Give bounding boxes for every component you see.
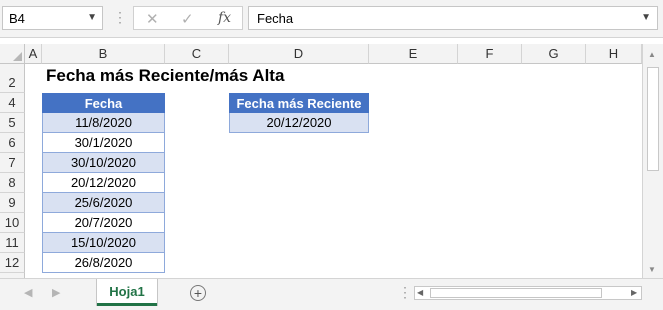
row-header-7[interactable]: 7 [0, 153, 25, 173]
table1-cell[interactable]: 30/10/2020 [42, 153, 165, 173]
column-header-e[interactable]: E [369, 44, 458, 64]
name-box-value: B4 [9, 11, 25, 26]
sheet-title[interactable]: Fecha más Reciente/más Alta [46, 66, 284, 86]
name-box[interactable]: B4 ▼ [2, 6, 103, 30]
formula-input[interactable]: Fecha ▼ [248, 6, 658, 30]
column-header-a[interactable]: A [25, 44, 42, 64]
table2-result-cell[interactable]: 20/12/2020 [229, 113, 369, 133]
cancel-icon[interactable]: ✕ [146, 10, 159, 28]
insert-function-icon[interactable]: fx [218, 10, 231, 26]
add-sheet-icon[interactable]: + [190, 285, 206, 301]
table1-cell[interactable]: 11/8/2020 [42, 113, 165, 133]
select-all-corner[interactable] [0, 44, 25, 64]
column-header-h[interactable]: H [586, 44, 642, 64]
row-header-5[interactable]: 5 [0, 113, 25, 133]
enter-icon[interactable]: ✓ [181, 10, 194, 28]
row-header-8[interactable]: 8 [0, 173, 25, 193]
column-header-f[interactable]: F [458, 44, 522, 64]
table1-cell[interactable]: 20/12/2020 [42, 173, 165, 193]
formula-value: Fecha [257, 11, 294, 26]
scroll-left-icon[interactable]: ◀ [417, 288, 423, 297]
row-header-9[interactable]: 9 [0, 193, 25, 213]
row-header-6[interactable]: 6 [0, 133, 25, 153]
chevron-down-icon[interactable]: ▼ [641, 12, 651, 23]
column-header-b[interactable]: B [42, 44, 165, 64]
table1-cell[interactable]: 15/10/2020 [42, 233, 165, 253]
chevron-down-icon[interactable]: ▼ [87, 12, 97, 23]
table1-cell[interactable]: 20/7/2020 [42, 213, 165, 233]
table1-cell[interactable]: 30/1/2020 [42, 133, 165, 153]
scroll-up-icon[interactable]: ▲ [648, 50, 656, 59]
row-header-11[interactable]: 11 [0, 233, 25, 253]
row-header-4[interactable]: 4 [0, 93, 25, 113]
scroll-right-icon[interactable]: ▶ [631, 288, 637, 297]
column-header-g[interactable]: G [522, 44, 586, 64]
tab-scroll-left-icon[interactable]: ◀ [24, 286, 32, 299]
drag-handle-icon[interactable]: ⋮ [113, 9, 127, 26]
table1-cell[interactable]: 26/8/2020 [42, 253, 165, 273]
row-header-12[interactable]: 12 [0, 253, 25, 273]
table1-cell[interactable]: 25/6/2020 [42, 193, 165, 213]
formula-buttons: ✕ ✓ fx [133, 6, 243, 30]
row-header-2[interactable]: 2 [0, 64, 25, 93]
table1-header[interactable]: Fecha [42, 93, 165, 113]
table2-header[interactable]: Fecha más Reciente [229, 93, 369, 113]
column-header-d[interactable]: D [229, 44, 369, 64]
column-header-c[interactable]: C [165, 44, 229, 64]
scroll-down-icon[interactable]: ▼ [648, 265, 656, 274]
tab-scroll-right-icon[interactable]: ▶ [52, 286, 60, 299]
row-header-10[interactable]: 10 [0, 213, 25, 233]
horizontal-scroll-thumb[interactable] [430, 288, 602, 298]
splitter-handle-icon[interactable]: ⋮ [398, 284, 412, 301]
tab-hoja1[interactable]: Hoja1 [97, 279, 157, 306]
vertical-scroll-thumb[interactable] [647, 67, 659, 171]
